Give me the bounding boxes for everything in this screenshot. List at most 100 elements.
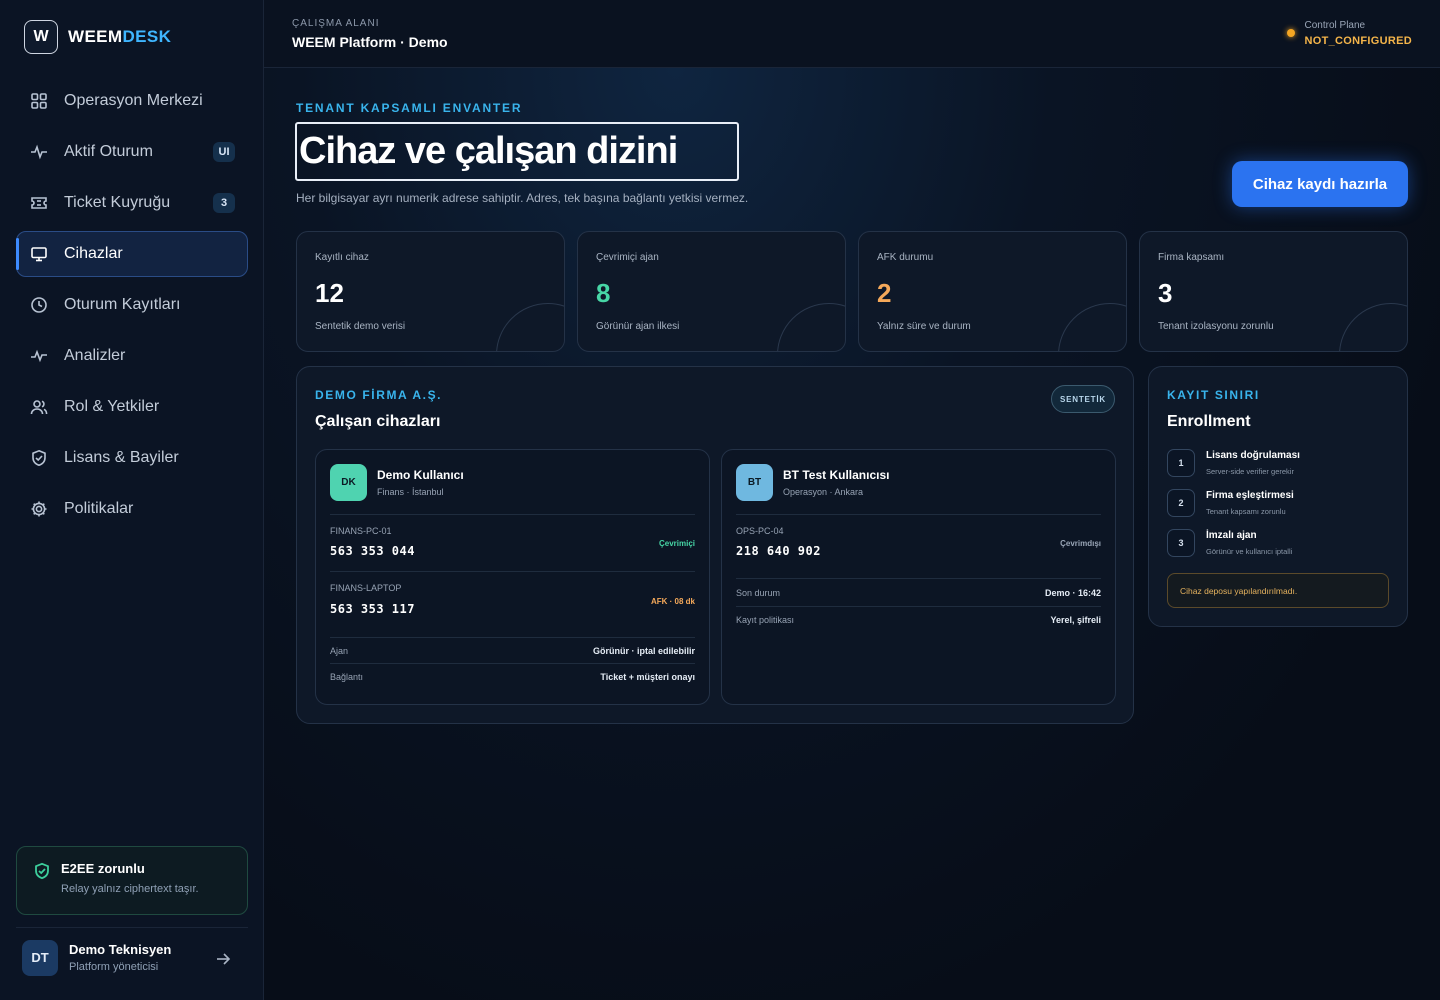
stat-note: Sentetik demo verisi (315, 321, 406, 332)
employee-name: Demo Kullanıcı (377, 468, 464, 482)
brand-name: WEEMDESK (68, 27, 172, 46)
main-content: TENANT KAPSAMLI ENVANTER Cihaz ve çalışa… (264, 68, 1440, 1000)
stat-label: Kayıtlı cihaz (315, 252, 369, 263)
status-dot (1286, 29, 1295, 37)
control-plane-status: Control Plane NOT_CONFIGURED (1286, 20, 1412, 47)
stat-note: Yalnız süre ve durum (877, 321, 971, 332)
stat-card-afk-status: AFK durumu 2 Yalnız süre ve durum (858, 231, 1127, 352)
user-info: Demo Teknisyen Platform yöneticisi (69, 942, 171, 973)
sidebar-item-politikalar[interactable]: Politikalar (16, 486, 248, 532)
sidebar-item-label: Cihazlar (64, 245, 123, 262)
device-address[interactable]: 563 353 117 (330, 602, 415, 616)
activity-icon (29, 142, 49, 162)
device-status: Çevrimdışı (1060, 539, 1101, 548)
employee-card[interactable]: BT BT Test Kullanıcısı Operasyon · Ankar… (721, 449, 1116, 705)
page-eyebrow: TENANT KAPSAMLI ENVANTER (296, 101, 523, 115)
step-number: 2 (1167, 489, 1195, 517)
monitor-icon (29, 244, 49, 264)
brand[interactable]: W WEEMDESK (24, 20, 171, 54)
stat-value: 8 (596, 278, 611, 308)
device-store-warning: Cihaz deposu yapılandırılmadı. (1167, 573, 1389, 608)
arrow-right-icon[interactable] (214, 950, 232, 968)
panel-title: Enrollment (1167, 413, 1251, 430)
sidebar-item-label: Ticket Kuyruğu (64, 194, 171, 211)
sidebar-item-cihazlar[interactable]: Cihazlar (16, 231, 248, 277)
step-subtitle: Görünür ve kullanıcı iptalli (1206, 547, 1293, 556)
enrollment-step: 1 Lisans doğrulaması Server-side verifie… (1167, 449, 1397, 479)
device-address[interactable]: 563 353 044 (330, 544, 415, 558)
kv-key: Son durum (736, 588, 781, 598)
divider (330, 663, 695, 664)
device-address[interactable]: 218 640 902 (736, 544, 821, 558)
synthetic-badge: SENTETİK (1051, 385, 1115, 413)
user-name: Demo Teknisyen (69, 942, 172, 957)
pulse-icon (29, 346, 49, 366)
sidebar-item-label: Politikalar (64, 500, 134, 517)
ticket-icon (29, 193, 49, 213)
topbar: ÇALIŞMA ALANI WEEM Platform · Demo Contr… (264, 0, 1440, 68)
kv-key: Ajan (330, 646, 349, 656)
stat-value: 2 (877, 278, 892, 308)
sidebar-item-oturum-kayitlari[interactable]: Oturum Kayıtları (16, 282, 248, 328)
control-plane-value: NOT_CONFIGURED (1304, 35, 1412, 47)
sidebar-item-lisans-bayiler[interactable]: Lisans & Bayiler (16, 435, 248, 481)
sidebar-item-label: Aktif Oturum (64, 143, 153, 160)
stat-card-online-agents: Çevrimiçi ajan 8 Görünür ajan ilkesi (577, 231, 846, 352)
sidebar-nav: Operasyon Merkezi Aktif Oturum UI Ticket… (16, 78, 248, 537)
step-subtitle: Server-side verifier gerekir (1206, 467, 1294, 476)
stat-value: 3 (1158, 278, 1173, 308)
divider (330, 571, 695, 572)
enrollment-panel: KAYIT SINIRI Enrollment 1 Lisans doğrula… (1148, 366, 1408, 627)
prepare-device-record-button[interactable]: Cihaz kaydı hazırla (1232, 161, 1408, 207)
sidebar-item-analizler[interactable]: Analizler (16, 333, 248, 379)
decorative-arc (1058, 303, 1126, 351)
shield-check-icon (33, 862, 51, 880)
nav-badge: 3 (213, 193, 235, 213)
company-devices-panel: DEMO FİRMA A.Ş. Çalışan cihazları SENTET… (296, 366, 1134, 724)
sidebar-item-label: Operasyon Merkezi (64, 92, 203, 109)
kv-key: Bağlantı (330, 672, 364, 682)
device-status: Çevrimiçi (658, 539, 695, 548)
decorative-arc (777, 303, 845, 351)
stat-value: 12 (315, 278, 344, 308)
step-title: Firma eşleştirmesi (1206, 490, 1294, 501)
page-title: Cihaz ve çalışan dizini (295, 122, 739, 181)
sidebar-item-operasyon-merkezi[interactable]: Operasyon Merkezi (16, 78, 248, 124)
e2ee-subtitle: Relay yalnız ciphertext taşır. (61, 883, 199, 895)
clock-icon (29, 295, 49, 315)
step-subtitle: Tenant kapsamı zorunlu (1206, 507, 1286, 516)
panel-eyebrow: DEMO FİRMA A.Ş. (315, 388, 443, 402)
kv-value: Yerel, şifreli (1050, 615, 1101, 625)
user-profile[interactable]: DT Demo Teknisyen Platform yöneticisi (16, 927, 248, 987)
kv-key: Kayıt politikası (736, 615, 795, 625)
stat-label: Firma kapsamı (1158, 252, 1225, 263)
stat-label: AFK durumu (877, 252, 934, 263)
grid-icon (29, 91, 49, 111)
sidebar-item-label: Analizler (64, 347, 126, 364)
sidebar-item-rol-yetkiler[interactable]: Rol & Yetkiler (16, 384, 248, 430)
e2ee-title: E2EE zorunlu (61, 861, 145, 876)
stat-card-registered-devices: Kayıtlı cihaz 12 Sentetik demo verisi (296, 231, 565, 352)
workspace-name[interactable]: WEEM Platform · Demo (292, 34, 448, 50)
device-id: FINANS-LAPTOP (330, 583, 402, 593)
kv-value: Demo · 16:42 (1044, 588, 1101, 598)
shield-check-icon (29, 448, 49, 468)
divider (736, 606, 1101, 607)
sidebar-item-aktif-oturum[interactable]: Aktif Oturum UI (16, 129, 248, 175)
stat-note: Görünür ajan ilkesi (596, 321, 680, 332)
sidebar-item-label: Oturum Kayıtları (64, 296, 181, 313)
panel-eyebrow: KAYIT SINIRI (1167, 388, 1260, 402)
employee-name: BT Test Kullanıcısı (783, 468, 890, 482)
divider (330, 514, 695, 515)
enrollment-step: 3 İmzalı ajan Görünür ve kullanıcı iptal… (1167, 529, 1397, 559)
employee-card[interactable]: DK Demo Kullanıcı Finans · İstanbul FINA… (315, 449, 710, 705)
stat-card-company-scope: Firma kapsamı 3 Tenant izolasyonu zorunl… (1139, 231, 1408, 352)
decorative-arc (496, 303, 564, 351)
users-icon (29, 397, 49, 417)
gear-icon (29, 499, 49, 519)
sidebar-item-ticket-kuyrugu[interactable]: Ticket Kuyruğu 3 (16, 180, 248, 226)
decorative-arc (1339, 303, 1407, 351)
employee-dept: Operasyon · Ankara (783, 487, 864, 497)
step-title: Lisans doğrulaması (1206, 450, 1300, 461)
sidebar: W WEEMDESK Operasyon Merkezi Aktif Oturu… (0, 0, 264, 1000)
